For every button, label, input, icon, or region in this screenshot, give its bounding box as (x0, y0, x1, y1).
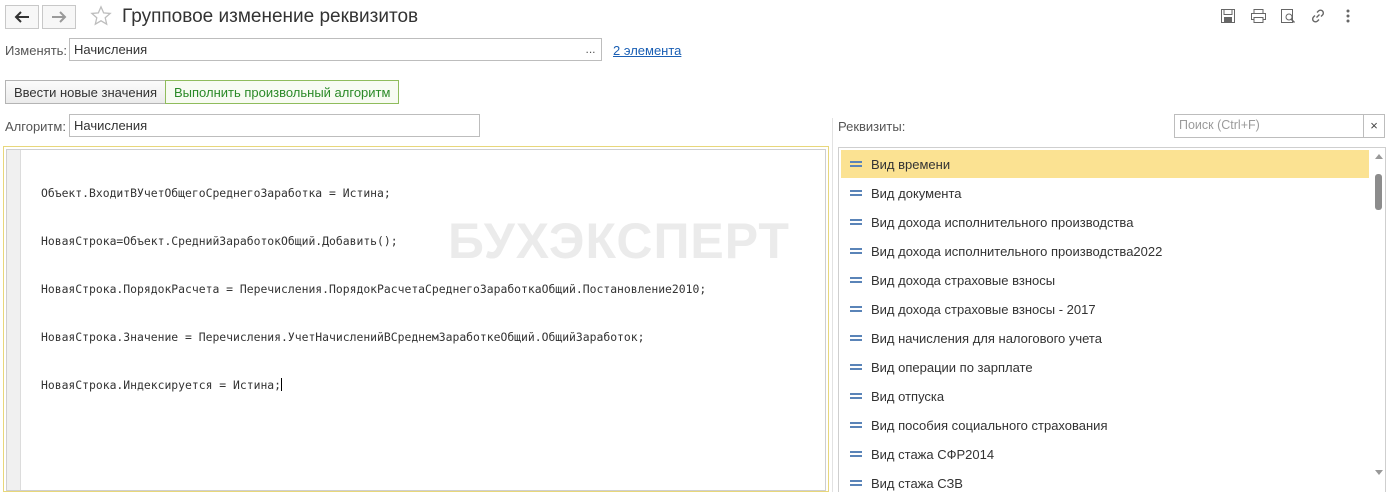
list-item-label: Вид операции по зарплате (871, 359, 1033, 375)
page-title: Групповое изменение реквизитов (122, 6, 419, 27)
list-item-label: Вид дохода исполнительного производства2… (871, 243, 1163, 259)
attributes-list: Вид времени Вид документа Вид дохода испол… (838, 147, 1386, 492)
list-item[interactable]: Вид документа (841, 179, 1369, 207)
search-input[interactable]: Поиск (Ctrl+F) (1174, 114, 1364, 138)
scroll-down-icon[interactable] (1375, 470, 1383, 475)
attribute-icon (850, 480, 862, 486)
list-item-label: Вид времени (871, 156, 951, 172)
enter-values-button[interactable]: Ввести новые значения (5, 80, 167, 104)
preview-button[interactable] (1278, 6, 1298, 26)
print-icon (1250, 9, 1266, 23)
preview-icon (1281, 9, 1296, 24)
code-editor[interactable]: Объект.ВходитВУчетОбщегоСреднегоЗаработк… (3, 146, 829, 492)
algorithm-field[interactable]: Начисления (69, 114, 480, 137)
link-button[interactable] (1308, 6, 1328, 26)
arrow-left-icon (14, 11, 29, 23)
attribute-icon (850, 393, 862, 399)
print-button[interactable] (1248, 6, 1268, 26)
list-item-label: Вид стажа СФР2014 (871, 446, 995, 462)
list-item-label: Вид пособия социального страхования (871, 417, 1108, 433)
list-item-label: Вид дохода страховые взносы (871, 272, 1056, 288)
code-line: НоваяСтрока.Индексируется = Истина; (41, 378, 282, 392)
list-item[interactable]: Вид дохода страховые взносы (841, 266, 1369, 294)
list-item[interactable]: Вид дохода страховые взносы - 2017 (841, 295, 1369, 323)
attributes-label: Реквизиты: (838, 119, 906, 134)
list-item[interactable]: Вид времени (841, 150, 1369, 178)
select-object-button[interactable]: ... (580, 38, 602, 61)
link-icon (1311, 9, 1325, 23)
scroll-thumb[interactable] (1375, 174, 1382, 210)
attribute-icon (850, 364, 862, 370)
code-line: НоваяСтрока.ПорядокРасчета = Перечислени… (41, 282, 707, 296)
list-item-label: Вид дохода исполнительного производства (871, 214, 1134, 230)
list-item-label: Вид документа (871, 185, 962, 201)
forward-button[interactable] (42, 5, 76, 29)
code-line: НоваяСтрока.Значение = Перечисления.Учет… (41, 330, 645, 344)
list-item[interactable]: Вид пособия социального страхования (841, 411, 1369, 439)
text-caret (281, 378, 283, 391)
list-item-label: Вид начисления для налогового учета (871, 330, 1102, 346)
arrow-right-icon (52, 11, 67, 23)
elements-link[interactable]: 2 элемента (613, 43, 681, 58)
panel-splitter[interactable] (832, 118, 833, 492)
star-icon (90, 5, 112, 26)
run-algorithm-button[interactable]: Выполнить произвольный алгоритм (165, 80, 400, 104)
favorite-button[interactable] (90, 5, 112, 30)
save-icon (1221, 9, 1235, 23)
more-button[interactable] (1338, 6, 1358, 26)
attribute-icon (850, 161, 862, 167)
more-icon (1346, 9, 1350, 23)
editor-gutter (7, 150, 21, 490)
list-item-label: Вид дохода страховые взносы - 2017 (871, 301, 1096, 317)
save-button[interactable] (1218, 6, 1238, 26)
attribute-icon (850, 306, 862, 312)
attribute-icon (850, 451, 862, 457)
change-label: Изменять: (5, 43, 68, 58)
code-line: Объект.ВходитВУчетОбщегоСреднегоЗаработк… (41, 186, 391, 200)
code-line: НоваяСтрока=Объект.СреднийЗаработокОбщий… (41, 234, 398, 248)
list-item[interactable]: Вид стажа СФР2014 (841, 440, 1369, 468)
list-scrollbar[interactable] (1374, 152, 1383, 477)
attribute-icon (850, 422, 862, 428)
attribute-icon (850, 335, 862, 341)
back-button[interactable] (5, 5, 39, 29)
attribute-icon (850, 277, 862, 283)
list-item[interactable]: Вид дохода исполнительного производства2… (841, 237, 1369, 265)
scroll-up-icon[interactable] (1375, 154, 1383, 159)
search-clear-button[interactable]: × (1363, 114, 1385, 138)
list-item[interactable]: Вид операции по зарплате (841, 353, 1369, 381)
list-item[interactable]: Вид стажа СЗВ (841, 469, 1369, 492)
change-object-field[interactable]: Начисления (69, 38, 581, 61)
list-item[interactable]: Вид отпуска (841, 382, 1369, 410)
attribute-icon (850, 190, 862, 196)
code-text[interactable]: Объект.ВходитВУчетОбщегоСреднегоЗаработк… (41, 153, 821, 425)
list-item-label: Вид отпуска (871, 388, 945, 404)
attribute-icon (850, 248, 862, 254)
attribute-icon (850, 219, 862, 225)
list-item[interactable]: Вид дохода исполнительного производства (841, 208, 1369, 236)
algorithm-label: Алгоритм: (5, 119, 66, 134)
list-item-label: Вид стажа СЗВ (871, 475, 963, 491)
list-item[interactable]: Вид начисления для налогового учета (841, 324, 1369, 352)
